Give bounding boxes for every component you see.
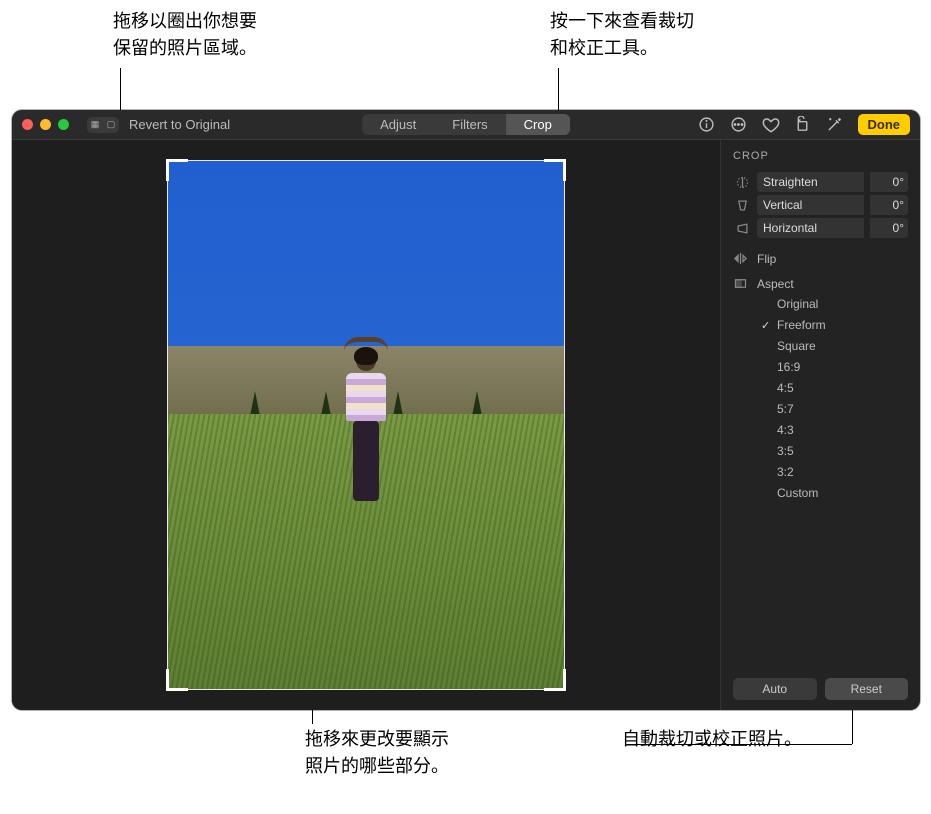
checkmark-icon: ✓ xyxy=(761,319,770,332)
photos-edit-window: ▦ ▢ Revert to Original Adjust Filters Cr… xyxy=(12,110,920,710)
window-body: CROP Straighten 0° Vertical 0° Horizo xyxy=(12,140,920,710)
tab-adjust[interactable]: Adjust xyxy=(362,114,434,135)
aspect-option-label: 3:5 xyxy=(777,444,794,458)
aspect-option-3-5[interactable]: 3:5 xyxy=(761,444,908,458)
aspect-option-label: Square xyxy=(777,339,816,353)
flip-label: Flip xyxy=(757,252,776,266)
photo-preview[interactable] xyxy=(168,161,564,689)
vertical-label: Vertical xyxy=(757,195,864,215)
aspect-row[interactable]: Aspect xyxy=(733,276,908,291)
horizontal-label: Horizontal xyxy=(757,218,864,238)
aspect-option-square[interactable]: Square xyxy=(761,339,908,353)
window-controls xyxy=(22,119,69,130)
sidebar-title: CROP xyxy=(733,150,908,162)
edit-mode-tabs: Adjust Filters Crop xyxy=(362,114,570,135)
close-window-button[interactable] xyxy=(22,119,33,130)
horizontal-row[interactable]: Horizontal 0° xyxy=(733,218,908,238)
sidebar-footer: Auto Reset xyxy=(733,678,908,700)
aspect-option-label: 5:7 xyxy=(777,402,794,416)
callout-drag-change: 拖移來更改要顯示 照片的哪些部分。 xyxy=(305,726,449,780)
aspect-option-label: Freeform xyxy=(777,318,826,332)
aspect-option-4-5[interactable]: 4:5 xyxy=(761,381,908,395)
aspect-option-5-7[interactable]: 5:7 xyxy=(761,402,908,416)
aspect-option-original[interactable]: Original xyxy=(761,297,908,311)
aspect-option-label: Original xyxy=(777,297,818,311)
auto-enhance-icon[interactable] xyxy=(826,116,844,134)
straighten-icon xyxy=(733,175,751,190)
tab-filters[interactable]: Filters xyxy=(434,114,505,135)
aspect-option-label: 16:9 xyxy=(777,360,800,374)
aspect-option-freeform[interactable]: ✓ Freeform xyxy=(761,318,908,332)
vertical-row[interactable]: Vertical 0° xyxy=(733,195,908,215)
straighten-value[interactable]: 0° xyxy=(870,172,908,192)
photo-person xyxy=(342,351,390,511)
single-view-icon[interactable]: ▢ xyxy=(103,117,119,133)
aspect-option-3-2[interactable]: 3:2 xyxy=(761,465,908,479)
callout-auto-crop: 自動裁切或校正照片。 xyxy=(622,726,802,753)
zoom-window-button[interactable] xyxy=(58,119,69,130)
right-toolbar: Done xyxy=(698,114,911,135)
crop-sidebar: CROP Straighten 0° Vertical 0° Horizo xyxy=(720,140,920,710)
callout-line xyxy=(627,744,852,745)
tab-crop[interactable]: Crop xyxy=(506,114,570,135)
flip-row[interactable]: Flip xyxy=(733,251,908,266)
crop-handle-top-right[interactable] xyxy=(544,159,566,181)
crop-frame[interactable] xyxy=(167,160,565,690)
view-toggle[interactable]: ▦ ▢ xyxy=(87,117,119,133)
callout-click-crop: 按一下來查看裁切 和校正工具。 xyxy=(550,8,694,62)
favorite-icon[interactable] xyxy=(762,116,780,134)
aspect-list: Original ✓ Freeform Square 16:9 4:5 5:7 4:3 3:5 3… xyxy=(761,297,908,500)
aspect-option-16-9[interactable]: 16:9 xyxy=(761,360,908,374)
revert-button[interactable]: Revert to Original xyxy=(129,117,230,132)
aspect-option-label: 3:2 xyxy=(777,465,794,479)
aspect-option-label: 4:5 xyxy=(777,381,794,395)
horizontal-perspective-icon xyxy=(733,221,751,236)
straighten-row[interactable]: Straighten 0° xyxy=(733,172,908,192)
canvas-area xyxy=(12,140,720,710)
reset-button[interactable]: Reset xyxy=(825,678,909,700)
straighten-label: Straighten xyxy=(757,172,864,192)
aspect-icon xyxy=(733,276,749,291)
vertical-value[interactable]: 0° xyxy=(870,195,908,215)
aspect-option-label: 4:3 xyxy=(777,423,794,437)
crop-handle-bottom-left[interactable] xyxy=(166,669,188,691)
grid-view-icon[interactable]: ▦ xyxy=(87,117,103,133)
crop-handle-bottom-right[interactable] xyxy=(544,669,566,691)
callout-drag-select: 拖移以圈出你想要 保留的照片區域。 xyxy=(113,8,257,62)
vertical-perspective-icon xyxy=(733,198,751,213)
more-icon[interactable] xyxy=(730,116,748,134)
flip-icon xyxy=(733,251,749,266)
aspect-label: Aspect xyxy=(757,277,794,291)
rotate-icon[interactable] xyxy=(794,116,812,134)
aspect-option-custom[interactable]: Custom xyxy=(761,486,908,500)
done-button[interactable]: Done xyxy=(858,114,911,135)
crop-handle-top-left[interactable] xyxy=(166,159,188,181)
aspect-option-4-3[interactable]: 4:3 xyxy=(761,423,908,437)
auto-button[interactable]: Auto xyxy=(733,678,817,700)
info-icon[interactable] xyxy=(698,116,716,134)
horizontal-value[interactable]: 0° xyxy=(870,218,908,238)
minimize-window-button[interactable] xyxy=(40,119,51,130)
aspect-option-label: Custom xyxy=(777,486,818,500)
titlebar: ▦ ▢ Revert to Original Adjust Filters Cr… xyxy=(12,110,920,140)
